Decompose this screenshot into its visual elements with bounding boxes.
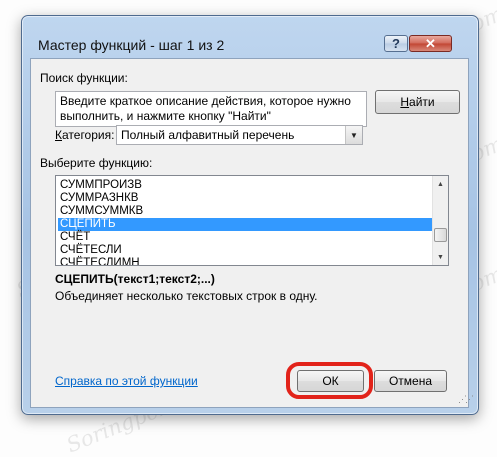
list-scrollbar[interactable]: ▲ ▼	[432, 176, 448, 265]
list-item-selected[interactable]: СЦЕПИТЬ	[58, 218, 432, 231]
search-label: Поиск функции:	[40, 71, 128, 85]
help-icon: ?	[392, 36, 400, 51]
close-button[interactable]: ✕	[409, 35, 452, 52]
function-help-link[interactable]: Справка по этой функции	[55, 374, 198, 388]
cancel-button[interactable]: Отмена	[374, 370, 447, 392]
function-description: Объединяет несколько текстовых строк в о…	[55, 289, 318, 303]
list-item[interactable]: СУММРАЗНКВ	[58, 192, 432, 205]
list-item[interactable]: СЧЁТЕСЛИМН	[58, 257, 432, 265]
find-button[interactable]: Найти	[375, 90, 460, 114]
window-title: Мастер функций - шаг 1 из 2	[38, 37, 225, 53]
scroll-up-icon[interactable]: ▲	[433, 176, 448, 192]
list-item[interactable]: СУММСУММКВ	[58, 205, 432, 218]
find-button-label: Найти	[400, 95, 435, 109]
function-list-label: Выберите функцию:	[40, 156, 153, 170]
category-select[interactable]: Полный алфавитный перечень	[116, 125, 363, 145]
scroll-down-icon[interactable]: ▼	[433, 249, 448, 265]
category-label: Категория:	[55, 128, 115, 142]
function-syntax: СЦЕПИТЬ(текст1;текст2;...)	[55, 272, 215, 286]
list-item[interactable]: СУММПРОИЗВ	[58, 179, 432, 192]
highlight-ring	[286, 362, 373, 399]
close-icon: ✕	[425, 35, 436, 51]
scroll-thumb[interactable]	[434, 228, 447, 242]
category-dropdown-arrow[interactable]: ▼	[345, 126, 362, 144]
function-listbox[interactable]: СУММПРОИЗВ СУММРАЗНКВ СУММСУММКВ СЦЕПИТЬ…	[55, 175, 449, 266]
list-item[interactable]: СЧЁТЕСЛИ	[58, 244, 432, 257]
chevron-down-icon: ▼	[350, 130, 358, 140]
list-item[interactable]: СЧЁТ	[58, 231, 432, 244]
help-button[interactable]: ?	[384, 35, 408, 52]
resize-grip-icon[interactable]: ⋰⋰	[458, 394, 474, 405]
search-input[interactable]: Введите краткое описание действия, котор…	[55, 91, 367, 127]
